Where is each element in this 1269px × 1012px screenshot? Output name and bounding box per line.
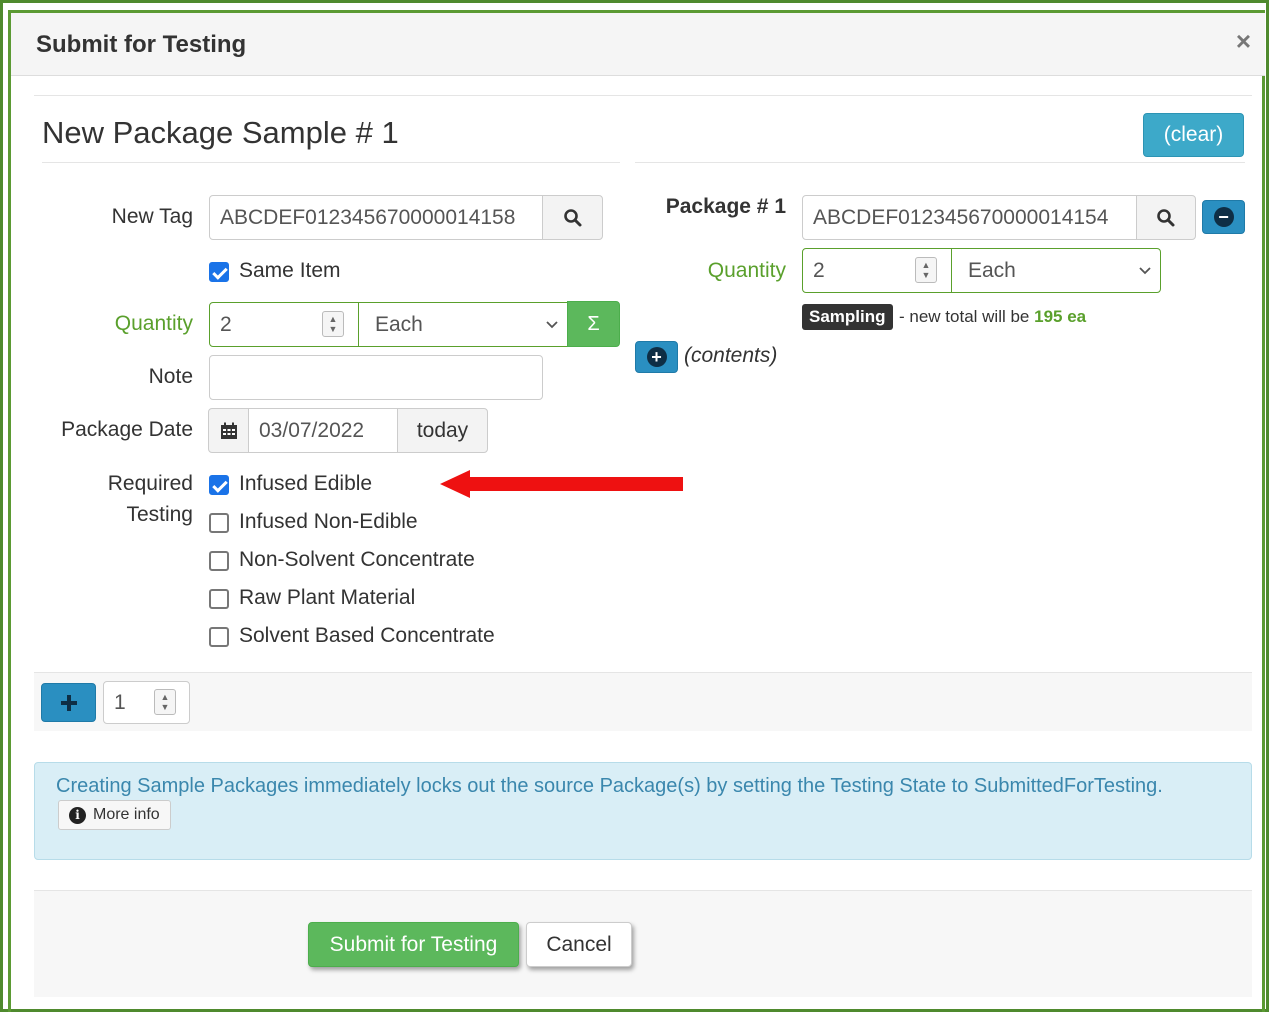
- modal-footer: [34, 890, 1252, 997]
- section-title: New Package Sample # 1: [42, 115, 399, 150]
- today-button[interactable]: today: [397, 408, 488, 453]
- testing-checkbox-infused-non-edible[interactable]: [209, 513, 229, 533]
- required-testing-label-1: Required: [107, 472, 193, 495]
- package-quantity-value: 2: [813, 258, 825, 282]
- testing-checkbox-non-solvent-concentrate[interactable]: [209, 551, 229, 571]
- search-icon: [563, 208, 581, 226]
- plus-icon: [60, 694, 77, 711]
- add-contents-button[interactable]: +: [635, 341, 678, 373]
- submit-for-testing-button[interactable]: Submit for Testing: [308, 922, 519, 967]
- info-icon: i: [69, 806, 86, 824]
- note-label: Note: [148, 365, 193, 388]
- search-icon: [1157, 208, 1175, 226]
- required-testing-label-2: Testing: [126, 503, 193, 526]
- calendar-icon[interactable]: [208, 408, 249, 453]
- testing-label: Infused Edible: [239, 472, 373, 495]
- testing-label: Solvent Based Concentrate: [239, 624, 495, 647]
- more-info-label: More info: [93, 806, 160, 823]
- cancel-button[interactable]: Cancel: [526, 922, 632, 967]
- new-tag-label: New Tag: [111, 205, 193, 228]
- divider: [635, 162, 1245, 163]
- testing-label: Non-Solvent Concentrate: [239, 548, 475, 571]
- minus-circle-icon: −: [1213, 207, 1234, 227]
- modal-header: Submit for Testing ×: [11, 13, 1265, 76]
- red-arrow-annotation: [440, 470, 683, 498]
- add-count-input[interactable]: 1: [103, 681, 190, 724]
- unit-select[interactable]: Each: [358, 302, 568, 347]
- testing-checkbox-solvent-based-concentrate[interactable]: [209, 627, 229, 647]
- quantity-value: 2: [220, 312, 232, 336]
- package-date-input[interactable]: 03/07/2022: [248, 408, 398, 453]
- contents-link[interactable]: (contents): [684, 344, 777, 368]
- sum-button[interactable]: Σ: [567, 301, 620, 347]
- add-row-bar: [34, 672, 1252, 731]
- info-message: Creating Sample Packages immediately loc…: [56, 775, 1163, 797]
- testing-label: Raw Plant Material: [239, 586, 416, 609]
- add-count-stepper[interactable]: ▲ ▼: [154, 689, 176, 715]
- new-total-prefix: - new total will be: [899, 307, 1035, 326]
- unit-value: Each: [375, 312, 423, 336]
- package-label: Package # 1: [665, 195, 786, 218]
- quantity-label: Quantity: [114, 312, 193, 335]
- new-tag-search-button[interactable]: [542, 195, 603, 240]
- testing-checkbox-infused-edible[interactable]: [209, 475, 229, 495]
- clear-button[interactable]: (clear): [1143, 113, 1244, 157]
- chevron-down-icon: [1139, 267, 1151, 275]
- new-tag-input[interactable]: ABCDEF012345670000014158: [209, 195, 543, 240]
- testing-label: Infused Non-Edible: [239, 510, 418, 533]
- divider: [34, 95, 1252, 96]
- package-unit-value: Each: [968, 258, 1016, 282]
- package-search-button[interactable]: [1136, 195, 1196, 240]
- package-unit-select[interactable]: Each: [951, 248, 1161, 293]
- close-icon[interactable]: ×: [1236, 28, 1251, 54]
- plus-circle-icon: +: [646, 347, 667, 367]
- more-info-button[interactable]: i More info: [58, 800, 171, 830]
- package-date-label: Package Date: [61, 418, 193, 441]
- remove-package-button[interactable]: −: [1202, 200, 1245, 234]
- add-count-value: 1: [114, 690, 126, 714]
- divider: [42, 162, 620, 163]
- new-total-value: 195 ea: [1034, 307, 1087, 326]
- new-total-text: - new total will be 195 ea: [899, 307, 1086, 327]
- add-sample-button[interactable]: [41, 683, 96, 722]
- sampling-badge: Sampling: [802, 304, 893, 330]
- package-quantity-label: Quantity: [707, 259, 786, 282]
- chevron-down-icon: [546, 321, 558, 329]
- same-item-label: Same Item: [239, 259, 341, 282]
- note-input[interactable]: [209, 355, 543, 400]
- package-quantity-stepper[interactable]: ▲ ▼: [915, 257, 937, 283]
- package-input[interactable]: ABCDEF012345670000014154: [802, 195, 1137, 240]
- quantity-stepper[interactable]: ▲ ▼: [322, 311, 344, 337]
- modal-title: Submit for Testing: [36, 31, 247, 58]
- same-item-checkbox[interactable]: [209, 262, 229, 282]
- modal-frame: [8, 10, 1265, 1012]
- testing-checkbox-raw-plant-material[interactable]: [209, 589, 229, 609]
